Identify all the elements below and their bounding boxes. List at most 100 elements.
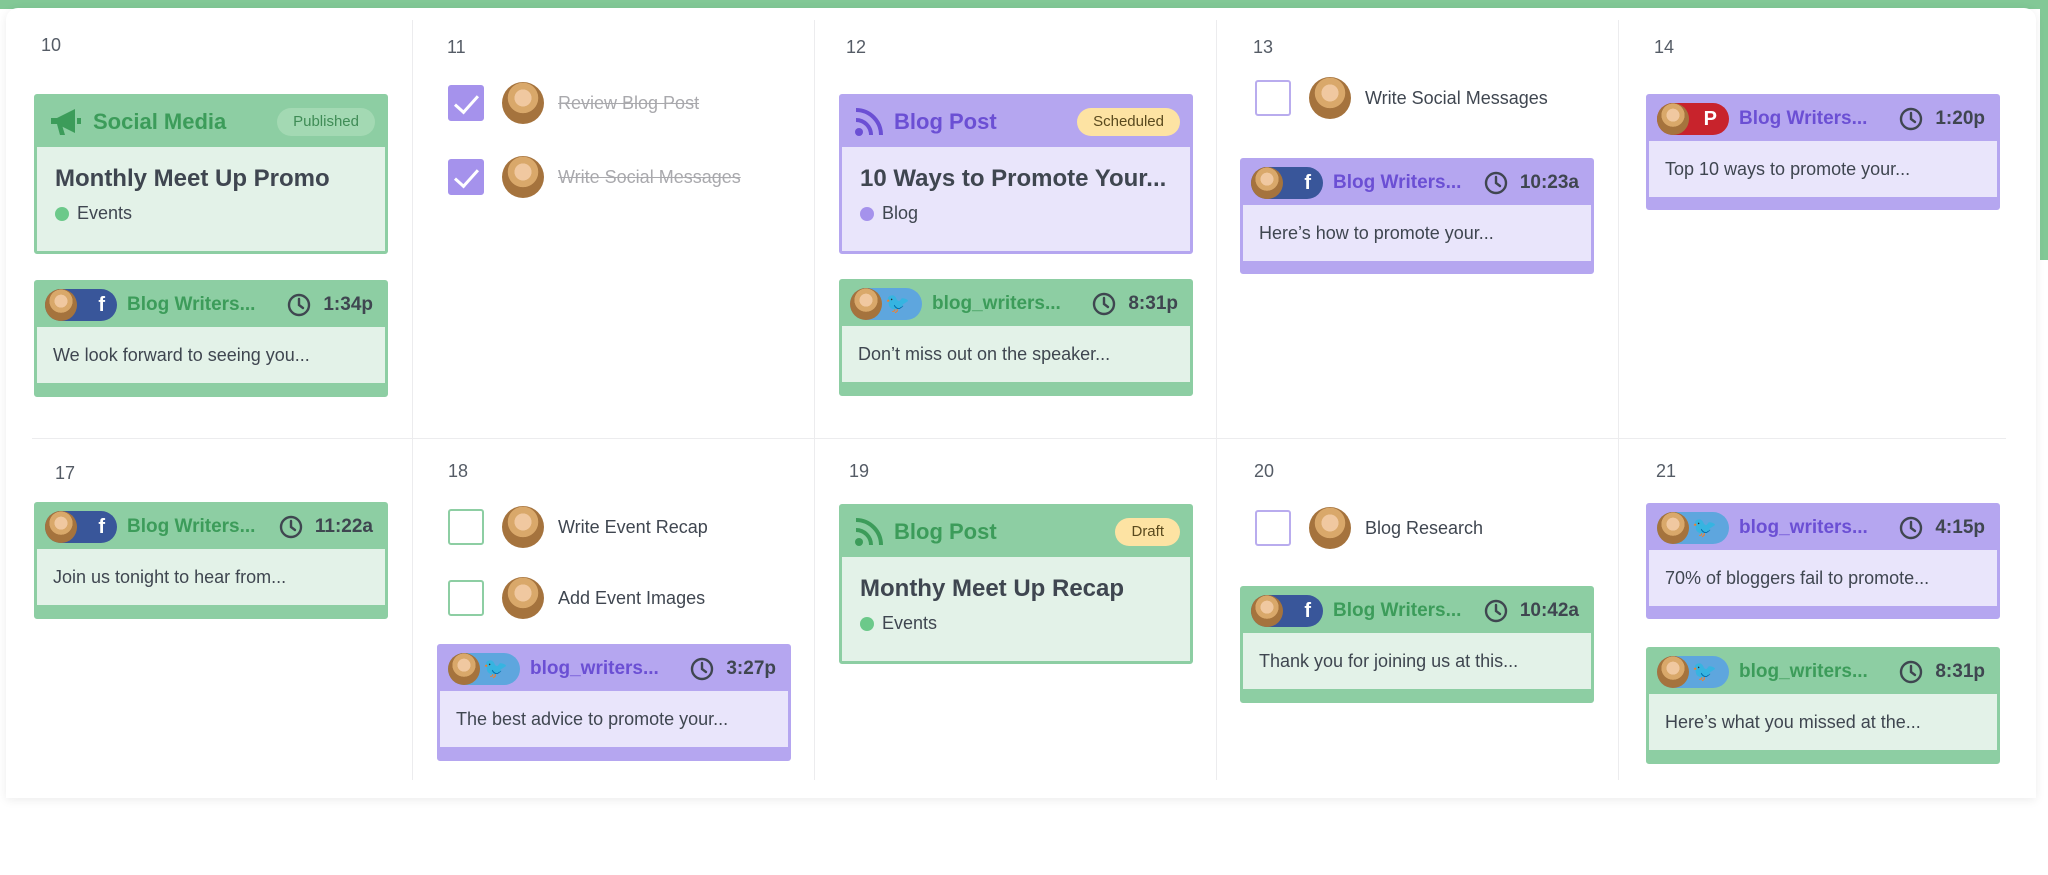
day-number: 12 bbox=[846, 37, 867, 57]
account-name: blog_writers... bbox=[530, 658, 659, 679]
post-time: 1:20p bbox=[1899, 97, 1985, 141]
avatar bbox=[1657, 656, 1689, 688]
post-time: 8:31p bbox=[1899, 650, 1985, 694]
task-checkbox[interactable] bbox=[1255, 510, 1291, 546]
avatar bbox=[45, 289, 77, 321]
social-post-header: 🐦 blog_writers... 8:31p bbox=[842, 282, 1190, 326]
social-post-card[interactable]: P Blog Writers... 1:20p Top 10 ways to p… bbox=[1646, 94, 2000, 210]
task-checkbox[interactable] bbox=[1255, 80, 1291, 116]
social-post-card[interactable]: 🐦 blog_writers... 4:15p 70% of bloggers … bbox=[1646, 503, 2000, 619]
day-number: 18 bbox=[448, 461, 469, 481]
project-title: 10 Ways to Promote Your... bbox=[860, 165, 1167, 192]
task-item[interactable]: Review Blog Post bbox=[448, 80, 699, 126]
account-name: blog_writers... bbox=[932, 293, 1061, 314]
social-post-card[interactable]: f Blog Writers... 10:23a Here’s how to p… bbox=[1240, 158, 1594, 274]
project-card-blog-post[interactable]: Blog Post Scheduled 10 Ways to Promote Y… bbox=[839, 94, 1193, 254]
account-name: Blog Writers... bbox=[1333, 600, 1462, 621]
task-checkbox[interactable] bbox=[448, 159, 484, 195]
tag-dot bbox=[860, 616, 874, 631]
rss-icon bbox=[855, 518, 883, 546]
facebook-icon: f bbox=[45, 511, 117, 543]
social-post-card[interactable]: f Blog Writers... 1:34p We look forward … bbox=[34, 280, 388, 397]
social-post-card[interactable]: 🐦 blog_writers... 8:31p Don’t miss out o… bbox=[839, 279, 1193, 396]
social-post-card[interactable]: f Blog Writers... 11:22a Join us tonight… bbox=[34, 502, 388, 619]
task-item[interactable]: Blog Research bbox=[1255, 505, 1483, 551]
post-time: 11:22a bbox=[279, 505, 373, 549]
clock-icon bbox=[1484, 599, 1508, 623]
social-post-card[interactable]: 🐦 blog_writers... 8:31p Here’s what you … bbox=[1646, 647, 2000, 764]
clock-icon bbox=[279, 515, 303, 539]
project-card-social-media[interactable]: Social Media Published Monthly Meet Up P… bbox=[34, 94, 388, 254]
post-time: 10:23a bbox=[1484, 161, 1579, 205]
clock-icon bbox=[1900, 516, 1923, 540]
day-number: 11 bbox=[447, 37, 466, 57]
task-item[interactable]: Write Social Messages bbox=[1255, 75, 1548, 121]
calendar-grid: 10 11 12 13 14 17 18 19 20 21 Social Med… bbox=[6, 8, 2036, 798]
task-checkbox[interactable] bbox=[448, 509, 484, 545]
facebook-icon: f bbox=[1251, 167, 1323, 199]
project-type: Blog Post bbox=[894, 109, 997, 134]
task-item[interactable]: Write Event Recap bbox=[448, 504, 708, 550]
megaphone-icon bbox=[51, 109, 81, 135]
project-card-blog-post[interactable]: Blog Post Draft Monthy Meet Up Recap Eve… bbox=[839, 504, 1193, 664]
day-number: 14 bbox=[1654, 37, 1675, 57]
project-card-header: Blog Post Scheduled bbox=[842, 97, 1190, 147]
task-label: Blog Research bbox=[1365, 517, 1484, 538]
account-name: Blog Writers... bbox=[1739, 108, 1868, 129]
post-message: Don’t miss out on the speaker... bbox=[858, 344, 1111, 364]
account-name: Blog Writers... bbox=[127, 516, 256, 537]
tag-label: Events bbox=[882, 613, 938, 633]
social-post-header: f Blog Writers... 10:23a bbox=[1243, 161, 1591, 205]
social-post-card[interactable]: f Blog Writers... 10:42a Thank you for j… bbox=[1240, 586, 1594, 703]
tag-label: Events bbox=[77, 203, 133, 223]
post-time: 10:42a bbox=[1484, 589, 1579, 633]
grid-divider bbox=[412, 20, 413, 780]
social-post-header: 🐦 blog_writers... 8:31p bbox=[1649, 650, 1997, 694]
post-message: We look forward to seeing you... bbox=[53, 345, 310, 365]
project-type: Social Media bbox=[93, 109, 227, 134]
project-tag: Events bbox=[37, 193, 385, 224]
grid-divider bbox=[1216, 20, 1217, 780]
week-divider bbox=[32, 438, 2006, 439]
task-item[interactable]: Write Social Messages bbox=[448, 154, 741, 200]
avatar bbox=[502, 156, 544, 198]
avatar bbox=[850, 288, 882, 320]
tag-dot bbox=[860, 206, 874, 221]
avatar bbox=[45, 511, 77, 543]
task-checkbox[interactable] bbox=[448, 85, 484, 121]
avatar bbox=[1657, 512, 1689, 544]
clock-icon bbox=[691, 657, 714, 681]
project-card-body: Monthy Meet Up Recap Events bbox=[842, 557, 1190, 661]
account-name: Blog Writers... bbox=[127, 294, 256, 315]
clock-icon bbox=[1484, 171, 1508, 195]
post-message: Top 10 ways to promote your... bbox=[1665, 159, 1911, 179]
post-message: Here’s what you missed at the... bbox=[1665, 712, 1921, 732]
tag-label: Blog bbox=[882, 203, 919, 223]
social-post-header: f Blog Writers... 10:42a bbox=[1243, 589, 1591, 633]
post-message: 70% of bloggers fail to promote... bbox=[1665, 568, 1930, 588]
avatar bbox=[1251, 595, 1283, 627]
day-number: 17 bbox=[55, 463, 76, 483]
social-post-header: f Blog Writers... 1:34p bbox=[37, 283, 385, 327]
day-number: 19 bbox=[849, 461, 870, 481]
day-number: 10 bbox=[41, 35, 62, 55]
social-post-card[interactable]: 🐦 blog_writers... 3:27p The best advice … bbox=[437, 644, 791, 761]
facebook-icon: f bbox=[45, 289, 117, 321]
task-item[interactable]: Add Event Images bbox=[448, 575, 705, 621]
clock-icon bbox=[1900, 107, 1923, 131]
twitter-icon: 🐦 bbox=[1657, 656, 1729, 688]
day-number: 13 bbox=[1253, 37, 1274, 57]
task-label: Add Event Images bbox=[558, 587, 706, 608]
grid-divider bbox=[814, 20, 815, 780]
twitter-icon: 🐦 bbox=[1657, 512, 1729, 544]
project-card-header: Social Media Published bbox=[37, 97, 385, 147]
post-time: 3:27p bbox=[690, 647, 776, 691]
task-checkbox[interactable] bbox=[448, 580, 484, 616]
avatar bbox=[1657, 103, 1689, 135]
social-post-header: f Blog Writers... 11:22a bbox=[37, 505, 385, 549]
post-message: Join us tonight to hear from... bbox=[53, 567, 287, 587]
clock-icon bbox=[1093, 292, 1116, 316]
post-message: Here’s how to promote your... bbox=[1259, 223, 1494, 243]
project-title: Monthly Meet Up Promo bbox=[55, 165, 330, 192]
clock-icon bbox=[288, 293, 311, 317]
